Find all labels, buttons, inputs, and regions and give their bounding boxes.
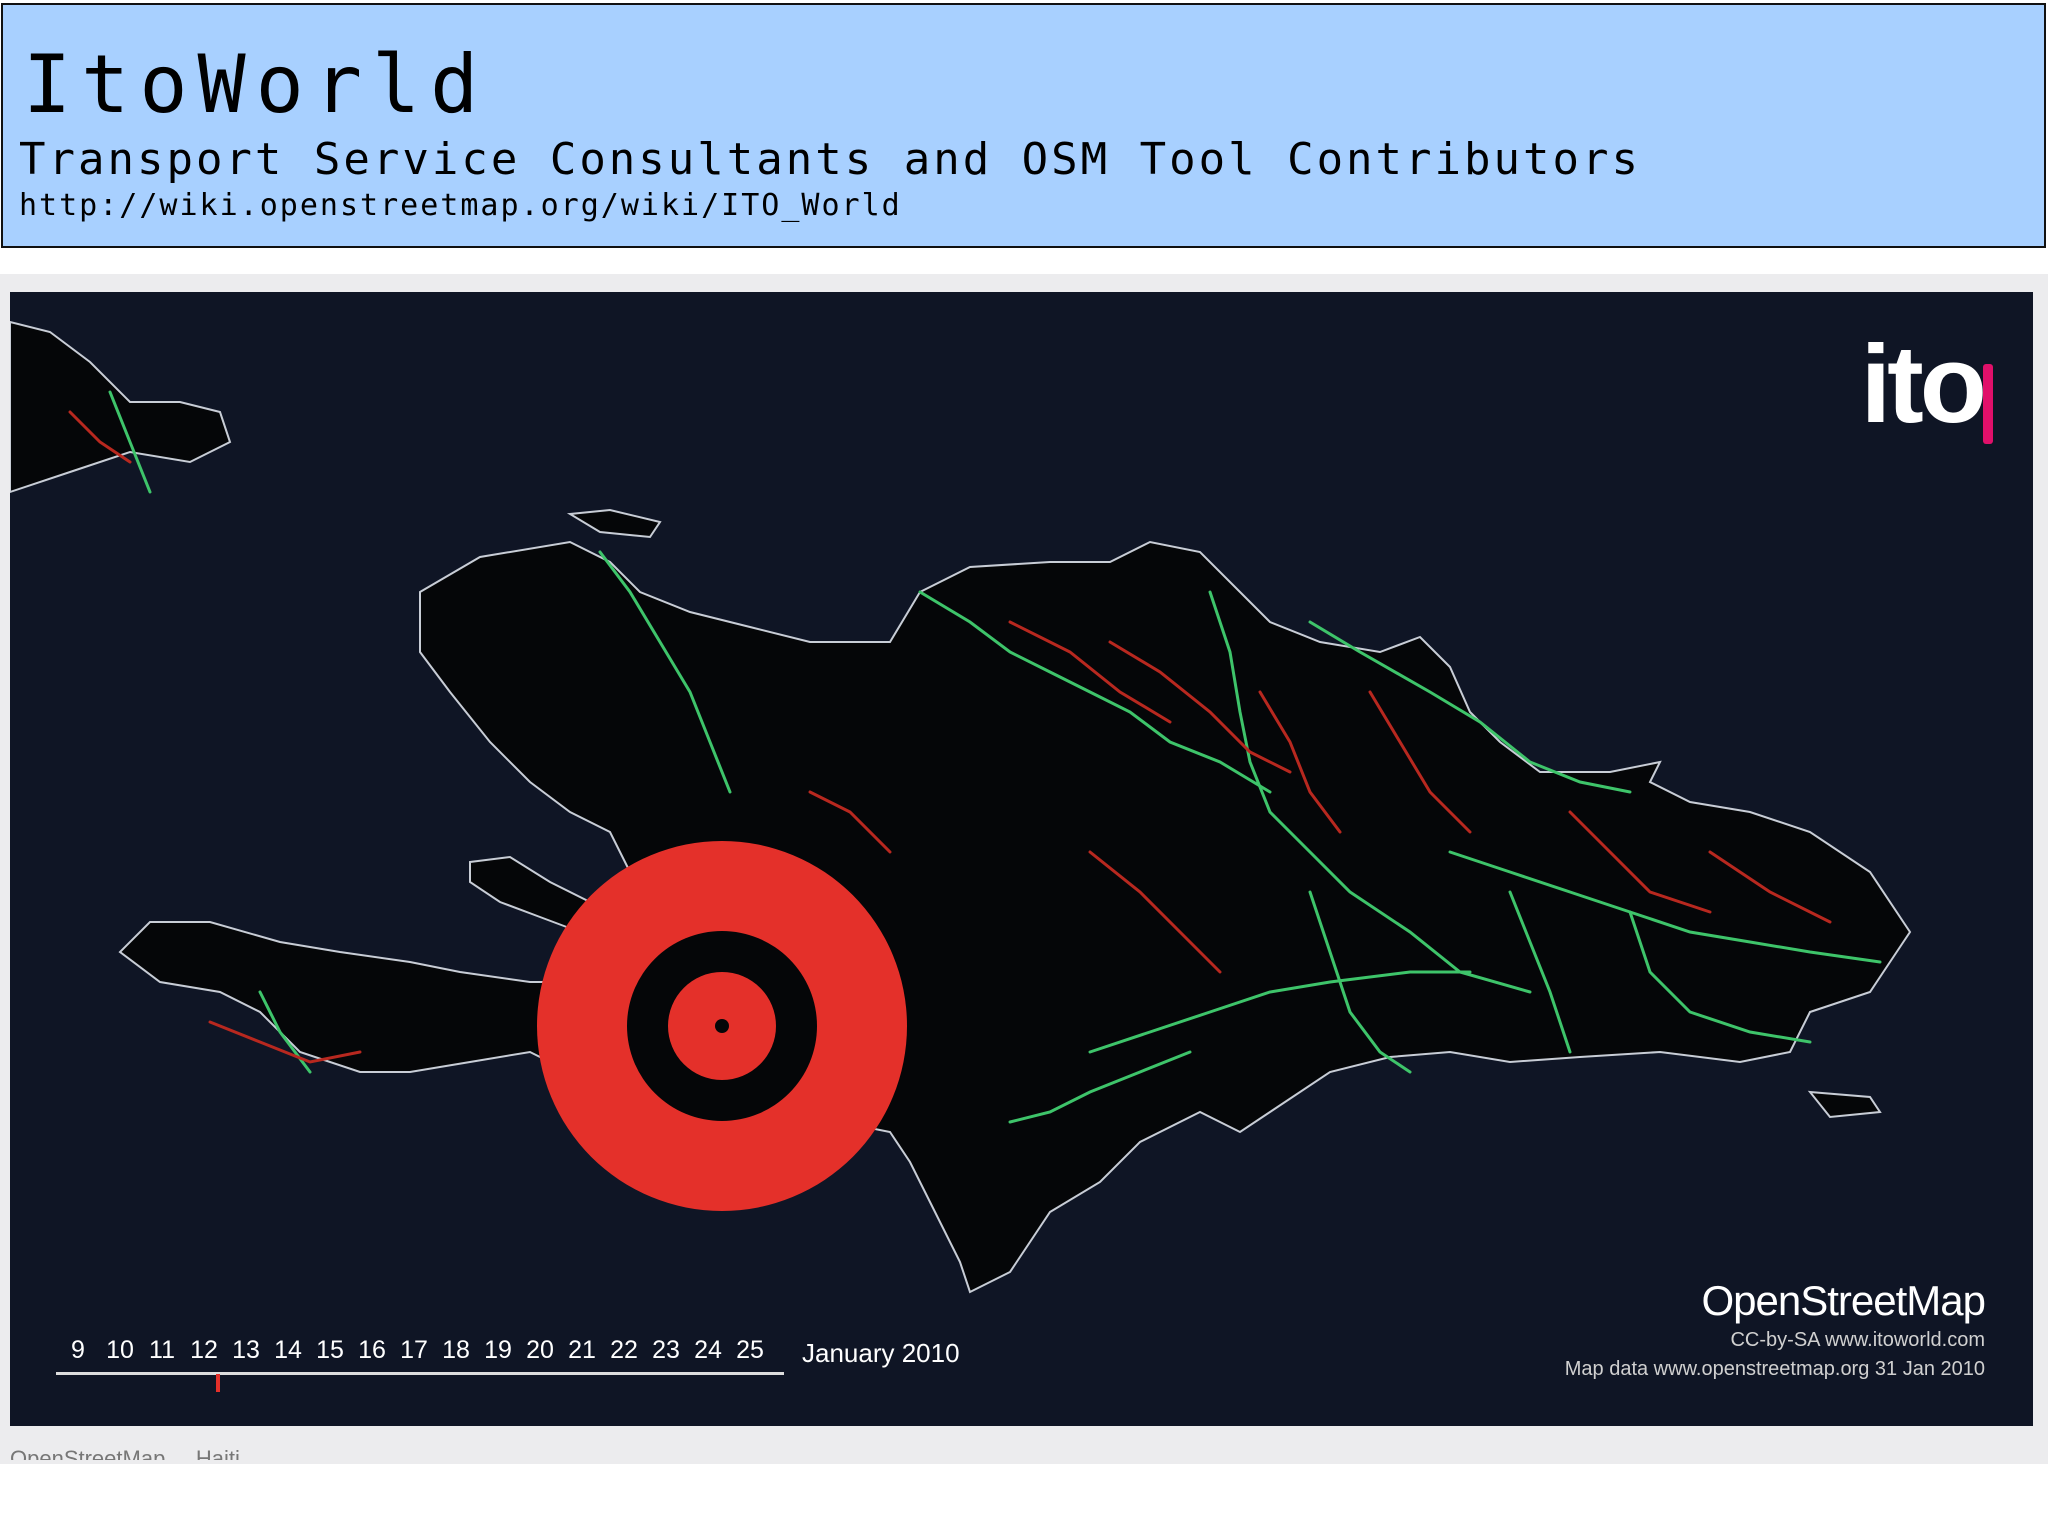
- video-caption: OpenStreetMap ... Haiti ...: [10, 1446, 265, 1460]
- timeline-day-15[interactable]: 15: [310, 1336, 350, 1365]
- map-data-credit: Map data www.openstreetmap.org 31 Jan 20…: [1564, 1358, 1985, 1380]
- timeline-month: January 2010: [802, 1338, 960, 1368]
- haiti-map: [10, 292, 2033, 1426]
- license-credit: CC-by-SA www.itoworld.com: [1730, 1329, 1985, 1351]
- ito-logo: ito: [1860, 323, 1987, 446]
- timeline-day-25[interactable]: 25: [730, 1336, 770, 1365]
- timeline-day-18[interactable]: 18: [436, 1336, 476, 1365]
- map-video[interactable]: ito OpenStreetMap CC-by-SA www.itoworld.…: [10, 292, 2033, 1426]
- slide-title: ItoWorld: [23, 38, 489, 131]
- timeline-day-17[interactable]: 17: [394, 1336, 434, 1365]
- timeline-day-12[interactable]: 12: [184, 1336, 224, 1365]
- osm-brand: OpenStreetMap: [1701, 1277, 1986, 1324]
- slide-header: ItoWorld Transport Service Consultants a…: [1, 3, 2046, 248]
- timeline-day-20[interactable]: 20: [520, 1336, 560, 1365]
- wiki-link[interactable]: http://wiki.openstreetmap.org/wiki/ITO_W…: [19, 191, 902, 221]
- timeline-day-10[interactable]: 10: [100, 1336, 140, 1365]
- earthquake-target: [537, 841, 907, 1211]
- timeline-day-23[interactable]: 23: [646, 1336, 686, 1365]
- timeline-day-16[interactable]: 16: [352, 1336, 392, 1365]
- timeline-day-19[interactable]: 19: [478, 1336, 518, 1365]
- timeline-current-marker[interactable]: [216, 1374, 220, 1392]
- timeline-day-24[interactable]: 24: [688, 1336, 728, 1365]
- timeline-day-14[interactable]: 14: [268, 1336, 308, 1365]
- timeline-day-11[interactable]: 11: [142, 1336, 182, 1365]
- timeline-day-22[interactable]: 22: [604, 1336, 644, 1365]
- timeline-day-21[interactable]: 21: [562, 1336, 602, 1365]
- slide-subtitle: Transport Service Consultants and OSM To…: [19, 134, 1641, 185]
- ito-logo-accent: [1983, 364, 1993, 444]
- timeline-day-9[interactable]: 9: [58, 1336, 98, 1365]
- timeline-day-13[interactable]: 13: [226, 1336, 266, 1365]
- timeline-axis[interactable]: [56, 1372, 784, 1375]
